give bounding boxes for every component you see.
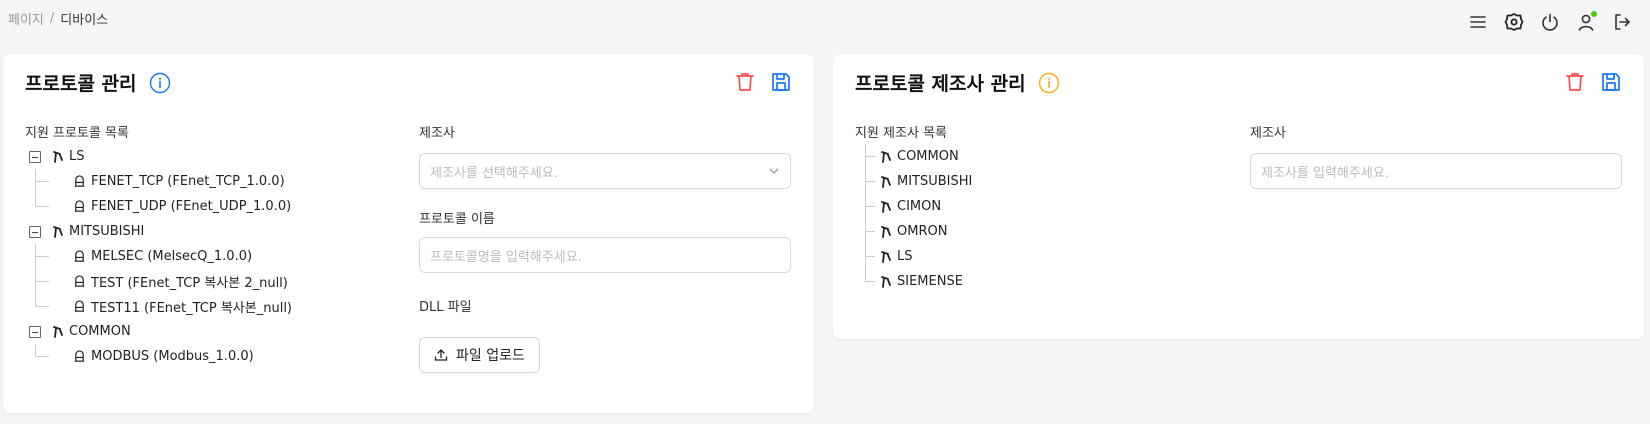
maker-list-item[interactable]: COMMON — [859, 144, 1159, 169]
maker-name-placeholder: 제조사를 입력해주세요. — [1261, 165, 1389, 181]
save-icon[interactable] — [770, 71, 792, 93]
user-icon[interactable] — [1576, 11, 1597, 32]
maker-label: 제조사 — [419, 126, 455, 141]
maker-select-placeholder: 제조사를 선택해주세요. — [430, 165, 558, 181]
breadcrumb: 페이지 / 디바이스 — [8, 9, 108, 28]
protocol-name-label: 프로토콜 이름 — [419, 212, 495, 227]
breadcrumb-separator: / — [49, 11, 55, 26]
protocol-tree-label: 지원 프로토콜 목록 — [25, 126, 129, 141]
upload-icon — [434, 349, 448, 361]
power-icon[interactable] — [1540, 12, 1560, 32]
online-status-dot — [1591, 11, 1597, 17]
dll-file-label: DLL 파일 — [419, 300, 472, 315]
manufacturer-icon — [881, 150, 891, 163]
protocol-icon — [74, 175, 85, 187]
protocol-management-card: 프로토콜 관리 지원 프로토콜 목록 LS FENET_TCP (FEnet_T… — [3, 54, 814, 413]
protocol-icon — [74, 300, 85, 312]
protocol-icon — [74, 275, 85, 287]
file-upload-button[interactable]: 파일 업로드 — [419, 337, 540, 373]
info-icon[interactable] — [149, 72, 171, 94]
card-actions — [734, 71, 792, 93]
card-title: 프로토콜 제조사 관리 — [855, 69, 1060, 96]
maker-list-item[interactable]: CIMON — [859, 194, 1159, 219]
manufacturer-icon — [881, 225, 891, 238]
collapse-icon[interactable] — [29, 150, 41, 163]
tree-node-mitsubishi[interactable]: MITSUBISHI — [29, 219, 389, 244]
manufacturer-icon — [881, 250, 891, 263]
tree-leaf[interactable]: TEST (FEnet_TCP 복사본 2_null) — [35, 269, 389, 294]
save-icon[interactable] — [1600, 71, 1622, 93]
maker-name: OMRON — [897, 224, 948, 239]
manufacturer-icon — [53, 150, 63, 163]
tree-leaf[interactable]: MELSEC (MelsecQ_1.0.0) — [35, 244, 389, 269]
maker-name: MITSUBISHI — [897, 174, 973, 189]
maker-list-item[interactable]: LS — [859, 244, 1159, 269]
tree-leaf[interactable]: TEST11 (FEnet_TCP 복사본_null) — [35, 294, 389, 319]
manufacturer-icon — [881, 200, 891, 213]
delete-icon[interactable] — [734, 71, 756, 93]
maker-name: LS — [897, 249, 913, 264]
tree-leaf-label: MODBUS (Modbus_1.0.0) — [91, 349, 254, 364]
maker-select[interactable]: 제조사를 선택해주세요. — [419, 153, 791, 189]
logout-icon[interactable] — [1612, 12, 1632, 32]
manufacturer-icon — [881, 175, 891, 188]
tree-leaf-label: FENET_UDP (FEnet_UDP_1.0.0) — [91, 199, 292, 214]
tree-leaf-label: MELSEC (MelsecQ_1.0.0) — [91, 249, 253, 264]
info-icon[interactable] — [1038, 72, 1060, 94]
protocol-icon — [74, 350, 85, 362]
breadcrumb-current: 디바이스 — [60, 13, 109, 28]
maker-name: COMMON — [897, 149, 959, 164]
maker-list: COMMON MITSUBISHI CIMON OMRON LS SIEMENS… — [859, 144, 1159, 294]
collapse-icon[interactable] — [29, 225, 41, 238]
manufacturer-icon — [881, 275, 891, 288]
protocol-icon — [74, 200, 85, 212]
menu-icon[interactable] — [1468, 12, 1488, 32]
protocol-card-title: 프로토콜 관리 — [25, 73, 137, 95]
tree-leaf[interactable]: FENET_UDP (FEnet_UDP_1.0.0) — [35, 194, 389, 219]
maker-name-input[interactable]: 제조사를 입력해주세요. — [1250, 153, 1622, 189]
tree-leaf[interactable]: FENET_TCP (FEnet_TCP_1.0.0) — [35, 169, 389, 194]
maker-card-title: 프로토콜 제조사 관리 — [855, 73, 1026, 95]
maker-list-item[interactable]: SIEMENSE — [859, 269, 1159, 294]
card-actions — [1564, 71, 1622, 93]
protocol-name-placeholder: 프로토콜명을 입력해주세요. — [430, 249, 582, 265]
upload-button-label: 파일 업로드 — [456, 348, 525, 364]
maker-list-label: 지원 제조사 목록 — [855, 126, 947, 141]
tree-node-ls[interactable]: LS — [29, 144, 389, 169]
topbar-icons — [1468, 11, 1632, 32]
manufacturer-icon — [53, 325, 63, 338]
tree-leaf[interactable]: MODBUS (Modbus_1.0.0) — [35, 344, 389, 369]
card-title: 프로토콜 관리 — [25, 69, 171, 96]
breadcrumb-root[interactable]: 페이지 — [8, 9, 44, 28]
manufacturer-icon — [53, 225, 63, 238]
tree-leaf-label: TEST (FEnet_TCP 복사본 2_null) — [91, 276, 288, 291]
maker-name: CIMON — [897, 199, 942, 214]
protocol-tree: LS FENET_TCP (FEnet_TCP_1.0.0) FENET_UDP… — [29, 144, 389, 369]
protocol-icon — [74, 250, 85, 262]
maker-list-item[interactable]: MITSUBISHI — [859, 169, 1159, 194]
collapse-icon[interactable] — [29, 325, 41, 338]
chevron-down-icon — [769, 168, 779, 174]
tree-node-label: COMMON — [69, 324, 131, 339]
tree-node-common[interactable]: COMMON — [29, 319, 389, 344]
tree-node-label: MITSUBISHI — [69, 224, 145, 239]
tree-node-label: LS — [69, 149, 85, 164]
maker-management-card: 프로토콜 제조사 관리 지원 제조사 목록 COMMON MITSUBISHI … — [833, 54, 1644, 339]
tree-leaf-label: FENET_TCP (FEnet_TCP_1.0.0) — [91, 174, 285, 189]
tree-leaf-label: TEST11 (FEnet_TCP 복사본_null) — [91, 301, 293, 316]
maker-label: 제조사 — [1250, 126, 1286, 141]
maker-list-item[interactable]: OMRON — [859, 219, 1159, 244]
settings-icon[interactable] — [1504, 12, 1524, 32]
protocol-name-input[interactable]: 프로토콜명을 입력해주세요. — [419, 237, 791, 273]
maker-name: SIEMENSE — [897, 274, 963, 289]
delete-icon[interactable] — [1564, 71, 1586, 93]
